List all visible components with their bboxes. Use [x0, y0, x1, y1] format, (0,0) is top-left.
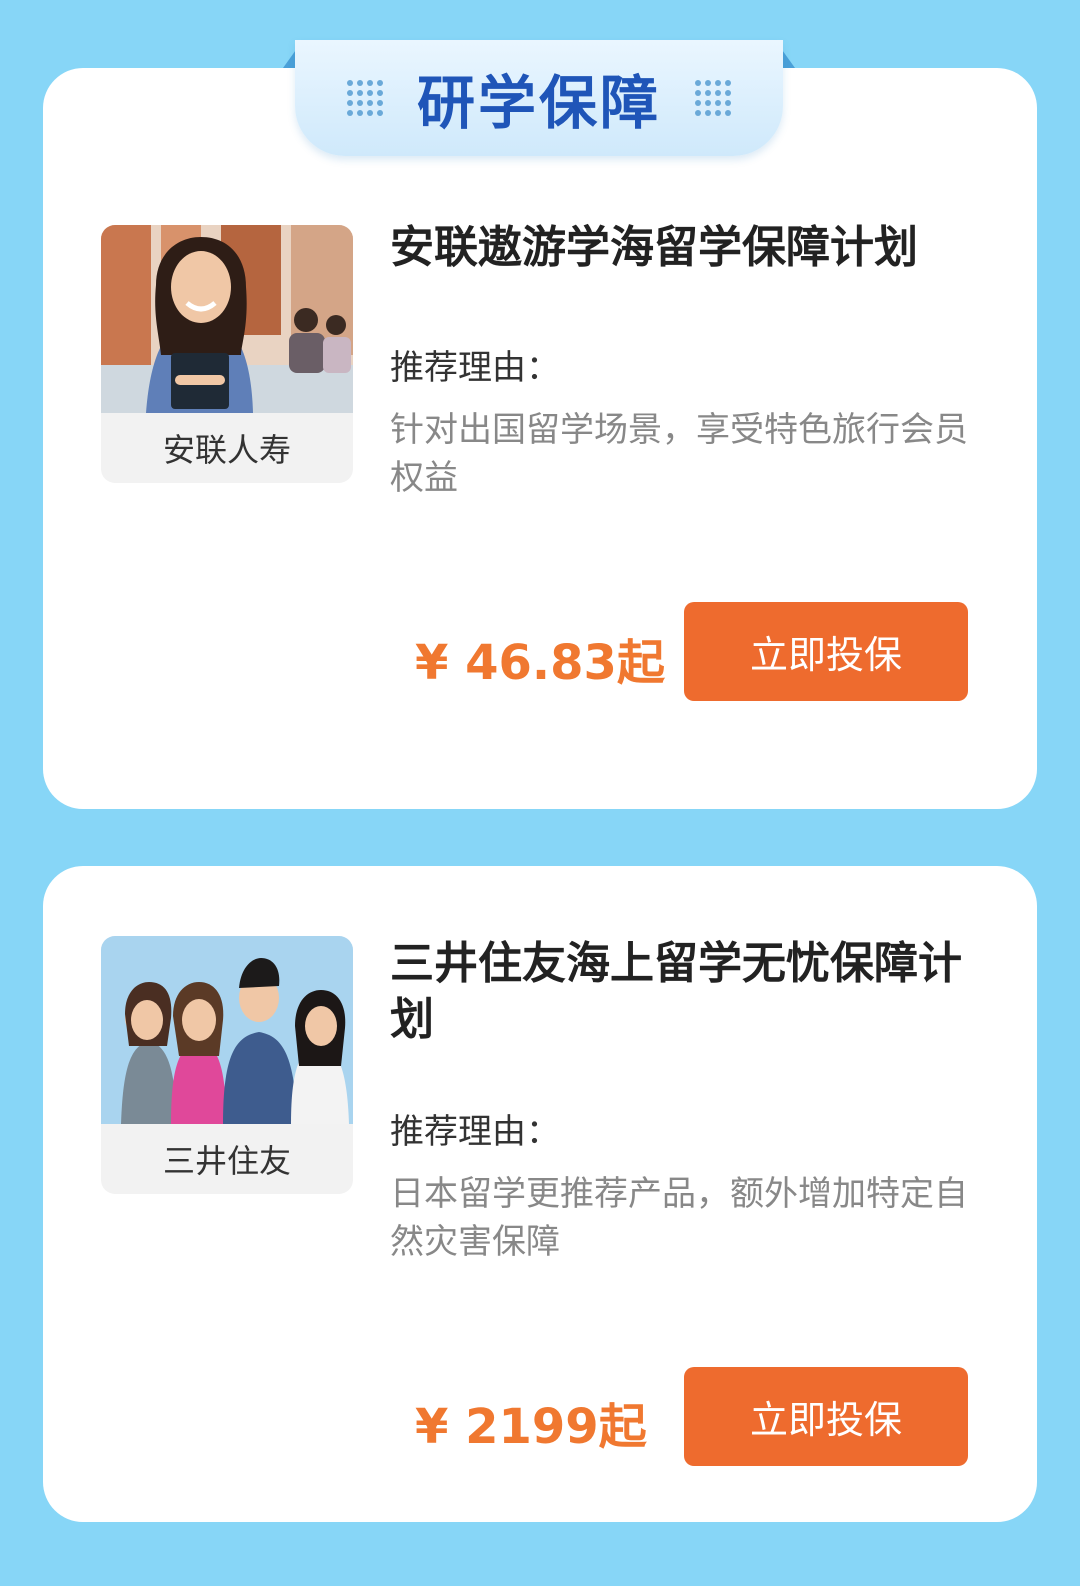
product-card: 三井住友 三井住友海上留学无忧保障计划 推荐理由： 日本留学更推荐产品，额外增加… — [43, 866, 1037, 1522]
dot-grid-icon — [346, 80, 383, 116]
student-photo — [101, 225, 353, 413]
section-header: 研学保障 — [283, 40, 795, 156]
buy-now-button[interactable]: 立即投保 — [684, 602, 968, 701]
section-title: 研学保障 — [416, 69, 661, 137]
product-card: 安联人寿 安联遨游学海留学保障计划 推荐理由： 针对出国留学场景，享受特色旅行会… — [43, 68, 1037, 809]
students-group-photo — [101, 936, 353, 1124]
reason-label: 推荐理由： — [390, 1112, 560, 1152]
page: 安联人寿 安联遨游学海留学保障计划 推荐理由： 针对出国留学场景，享受特色旅行会… — [0, 0, 1080, 1586]
buy-now-button[interactable]: 立即投保 — [684, 1367, 968, 1466]
product-thumbnail[interactable]: 三井住友 — [101, 936, 353, 1194]
dot-grid-icon — [695, 80, 731, 116]
company-name: 安联人寿 — [162, 431, 291, 469]
product-title[interactable]: 三井住友海上留学无忧保障计划 — [390, 936, 970, 1048]
price: ¥ 46.83起 — [415, 635, 665, 691]
reason-label: 推荐理由： — [390, 348, 560, 388]
section-tab: 研学保障 — [295, 40, 783, 156]
product-title[interactable]: 安联遨游学海留学保障计划 — [390, 220, 970, 276]
product-thumbnail[interactable]: 安联人寿 — [101, 225, 353, 483]
reason-text: 针对出国留学场景，享受特色旅行会员权益 — [390, 410, 968, 498]
price: ¥ 2199起 — [415, 1399, 647, 1455]
company-name: 三井住友 — [162, 1142, 291, 1180]
reason-text: 日本留学更推荐产品，额外增加特定自然灾害保障 — [390, 1174, 968, 1262]
